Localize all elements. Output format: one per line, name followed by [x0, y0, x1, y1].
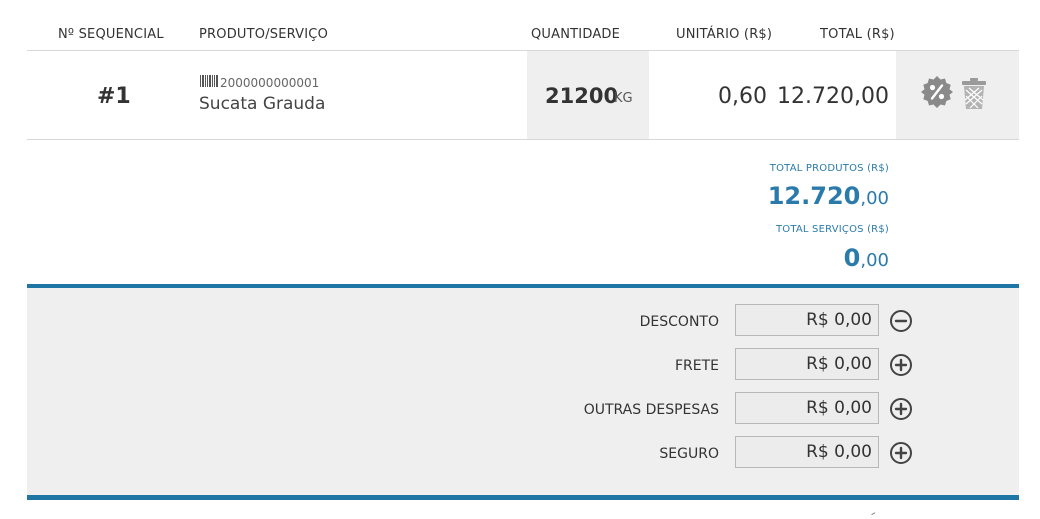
- quantity-cell[interactable]: 21200 KG: [527, 51, 649, 139]
- col-unit-price-header: UNITÁRIO (R$): [676, 27, 773, 42]
- total-services-value: 0,00: [843, 244, 889, 272]
- plus-circle-icon[interactable]: [889, 397, 913, 421]
- col-total-header: TOTAL (R$): [820, 27, 895, 42]
- total-products-label: TOTAL PRODUTOS (R$): [769, 163, 889, 174]
- freight-label: FRETE: [674, 358, 719, 374]
- item-actions: [896, 51, 1019, 139]
- item-unit: KG: [614, 91, 633, 106]
- discount-badge-icon[interactable]: [920, 75, 954, 109]
- freight-field[interactable]: [735, 348, 879, 380]
- other-expenses-row: OUTRAS DESPESAS: [27, 392, 1019, 426]
- col-quantity-header: QUANTIDADE: [531, 27, 621, 42]
- minus-circle-icon[interactable]: [889, 309, 913, 333]
- item-unit-price: 0,60: [718, 84, 767, 109]
- freight-row: FRETE: [27, 348, 1019, 382]
- table-row[interactable]: #1 2000000000001 Sucata Grauda 21200 KG …: [27, 51, 1019, 140]
- insurance-field[interactable]: [735, 436, 879, 468]
- adjustments-panel: DESCONTO FRETE OUTRAS DESPESAS SEGURO: [27, 284, 1019, 500]
- col-seq-header: Nº SEQUENCIAL: [58, 27, 164, 42]
- divider-tick: [871, 512, 877, 518]
- plus-circle-icon[interactable]: [889, 441, 913, 465]
- total-services-label: TOTAL SERVIÇOS (R$): [775, 224, 889, 235]
- other-expenses-field[interactable]: [735, 392, 879, 424]
- discount-field[interactable]: [735, 304, 879, 336]
- item-barcode: 2000000000001: [220, 76, 320, 90]
- discount-label: DESCONTO: [639, 314, 719, 330]
- items-table-header: Nº SEQUENCIAL PRODUTO/SERVIÇO QUANTIDADE…: [27, 0, 1019, 51]
- discount-row: DESCONTO: [27, 304, 1019, 338]
- other-expenses-label: OUTRAS DESPESAS: [583, 402, 719, 418]
- col-product-header: PRODUTO/SERVIÇO: [199, 27, 329, 42]
- barcode-icon: [200, 75, 218, 87]
- item-seq: #1: [97, 84, 131, 109]
- insurance-label: SEGURO: [659, 446, 719, 462]
- total-products-value: 12.720,00: [767, 182, 889, 210]
- item-total: 12.720,00: [777, 84, 889, 109]
- item-name: Sucata Grauda: [199, 94, 326, 114]
- insurance-row: SEGURO: [27, 436, 1019, 470]
- item-quantity: 21200: [545, 84, 619, 108]
- plus-circle-icon[interactable]: [889, 353, 913, 377]
- trash-icon[interactable]: [959, 77, 989, 110]
